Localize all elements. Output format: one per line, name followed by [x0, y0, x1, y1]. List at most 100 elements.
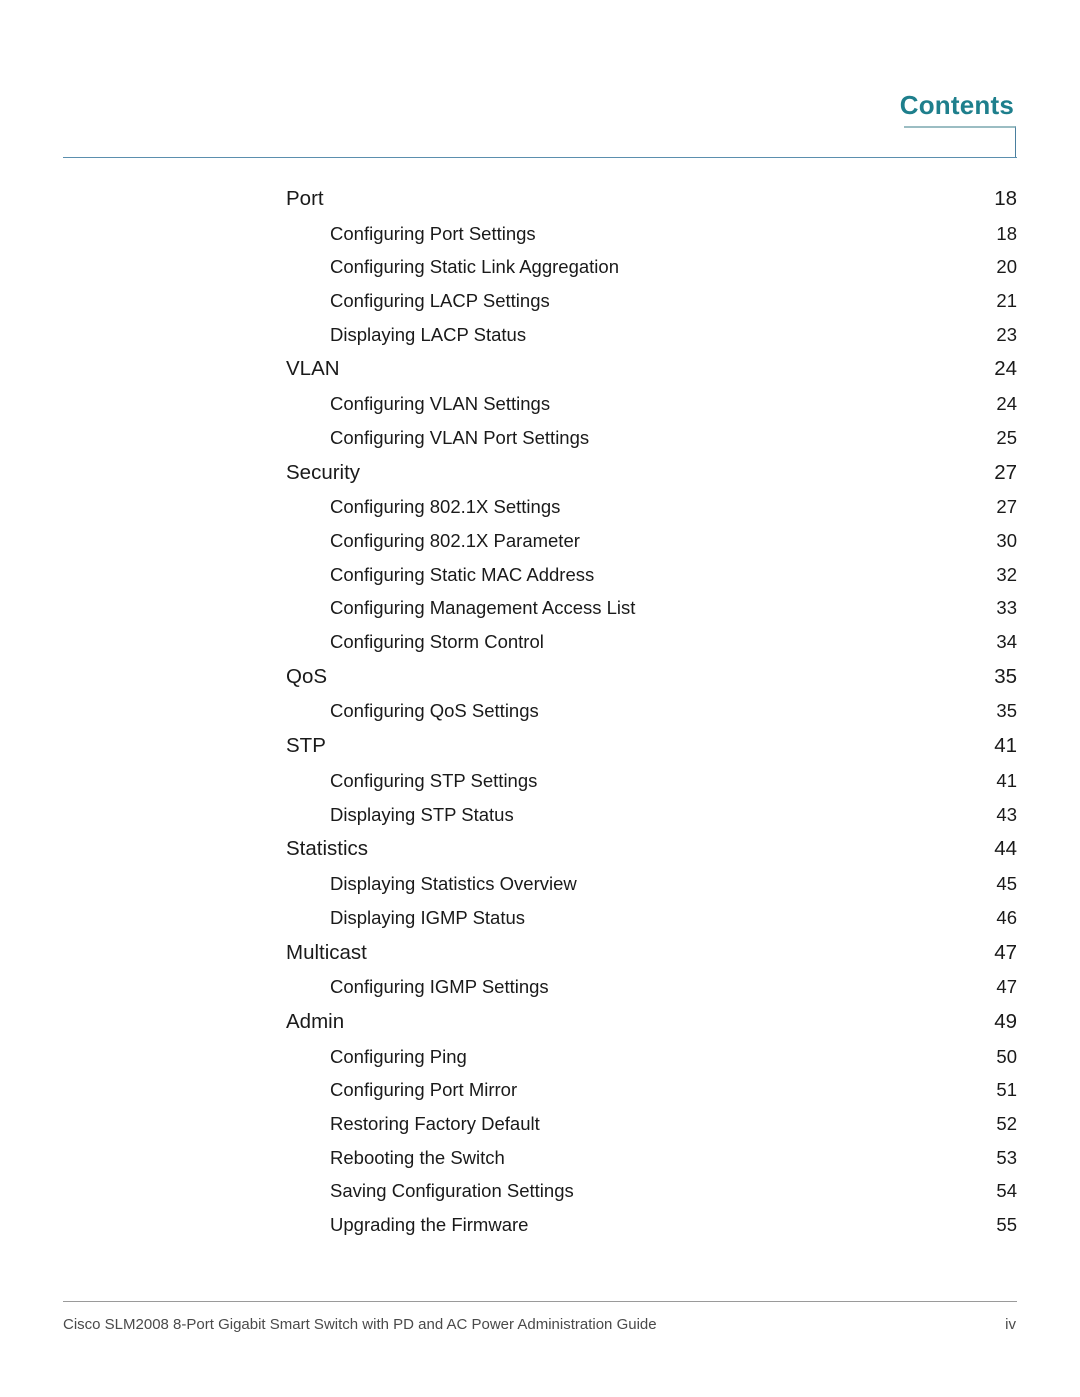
toc-subsection-entry[interactable]: Displaying IGMP Status 46 [286, 901, 1017, 935]
toc-subsection-entry[interactable]: Configuring Port Settings 18 [286, 217, 1017, 251]
toc-entry-label: Configuring VLAN Settings [330, 393, 551, 415]
toc-entry-label: Configuring Management Access List [330, 597, 636, 619]
toc-section-entry[interactable]: Port 18 [286, 181, 1017, 217]
toc-subsection-entry[interactable]: Configuring VLAN Settings 24 [286, 387, 1017, 421]
toc-subsection-entry[interactable]: Configuring QoS Settings 35 [286, 695, 1017, 729]
footer-divider [63, 1301, 1017, 1302]
toc-entry-page-number: 24 [996, 393, 1017, 415]
footer-document-title: Cisco SLM2008 8-Port Gigabit Smart Switc… [63, 1316, 657, 1333]
toc-entry-page-number: 33 [996, 597, 1017, 619]
toc-entry-label: QoS [286, 664, 328, 688]
toc-subsection-entry[interactable]: Configuring STP Settings 41 [286, 764, 1017, 798]
toc-section-entry[interactable]: STP 41 [286, 728, 1017, 764]
toc-entry-label: Upgrading the Firmware [330, 1213, 529, 1235]
footer-page-number: iv [1005, 1316, 1016, 1333]
toc-subsection-entry[interactable]: Displaying Statistics Overview 45 [286, 867, 1017, 901]
toc-section-entry[interactable]: Admin 49 [286, 1004, 1017, 1040]
toc-entry-page-number: 45 [996, 873, 1017, 895]
toc-entry-label: Configuring 802.1X Parameter [330, 529, 580, 551]
toc-entry-page-number: 27 [996, 496, 1017, 518]
toc-entry-label: Configuring Ping [330, 1045, 467, 1067]
toc-entry-page-number: 41 [994, 734, 1017, 758]
title-box-decoration [904, 126, 1016, 157]
toc-entry-label: Configuring Port Mirror [330, 1079, 518, 1101]
toc-entry-label: Displaying Statistics Overview [330, 873, 577, 895]
toc-entry-label: Configuring Static Link Aggregation [330, 256, 619, 278]
toc-entry-label: Displaying STP Status [330, 803, 514, 825]
toc-entry-label: Security [286, 460, 361, 484]
toc-entry-label: Configuring VLAN Port Settings [330, 426, 590, 448]
toc-entry-label: Admin [286, 1010, 345, 1034]
toc-subsection-entry[interactable]: Displaying STP Status 43 [286, 798, 1017, 832]
toc-entry-page-number: 46 [996, 906, 1017, 928]
page-title: Contents [899, 90, 1014, 120]
toc-subsection-entry[interactable]: Configuring Static Link Aggregation 20 [286, 251, 1017, 285]
toc-subsection-entry[interactable]: Rebooting the Switch 53 [286, 1141, 1017, 1175]
toc-section-entry[interactable]: Statistics 44 [286, 831, 1017, 867]
toc-subsection-entry[interactable]: Configuring Static MAC Address 32 [286, 558, 1017, 592]
toc-subsection-entry[interactable]: Configuring IGMP Settings 47 [286, 971, 1017, 1005]
toc-entry-page-number: 35 [994, 664, 1017, 688]
toc-entry-label: Configuring QoS Settings [330, 700, 539, 722]
toc-entry-page-number: 20 [996, 256, 1017, 278]
toc-entry-page-number: 47 [994, 940, 1017, 964]
toc-entry-label: Configuring Static MAC Address [330, 563, 595, 585]
toc-subsection-entry[interactable]: Configuring Port Mirror 51 [286, 1074, 1017, 1108]
toc-entry-page-number: 43 [996, 803, 1017, 825]
toc-entry-label: Port [286, 187, 324, 210]
toc-subsection-entry[interactable]: Saving Configuration Settings 54 [286, 1174, 1017, 1208]
toc-entry-page-number: 30 [996, 529, 1017, 551]
toc-entry-page-number: 50 [996, 1045, 1017, 1067]
toc-entry-label: Rebooting the Switch [330, 1146, 505, 1168]
toc-entry-page-number: 32 [996, 563, 1017, 585]
toc-section-entry[interactable]: QoS 35 [286, 659, 1017, 695]
table-of-contents: Port 18 Configuring Port Settings 18 Configu… [286, 181, 1017, 1242]
toc-subsection-entry[interactable]: Configuring Storm Control 34 [286, 625, 1017, 659]
toc-entry-page-number: 35 [996, 700, 1017, 722]
toc-entry-page-number: 54 [996, 1180, 1017, 1202]
toc-subsection-entry[interactable]: Restoring Factory Default 52 [286, 1107, 1017, 1141]
toc-subsection-entry[interactable]: Configuring LACP Settings 21 [286, 284, 1017, 318]
toc-subsection-entry[interactable]: Configuring 802.1X Parameter 30 [286, 524, 1017, 558]
toc-entry-page-number: 23 [996, 323, 1017, 345]
toc-entry-label: Displaying IGMP Status [330, 906, 526, 928]
toc-subsection-entry[interactable]: Configuring VLAN Port Settings 25 [286, 421, 1017, 455]
toc-entry-label: Configuring Port Settings [330, 222, 536, 244]
toc-entry-label: Configuring STP Settings [330, 769, 538, 791]
toc-subsection-entry[interactable]: Displaying LACP Status 23 [286, 318, 1017, 352]
toc-entry-page-number: 21 [996, 289, 1017, 311]
toc-entry-label: Displaying LACP Status [330, 323, 527, 345]
toc-entry-page-number: 44 [994, 837, 1017, 861]
toc-entry-page-number: 47 [996, 976, 1017, 998]
toc-subsection-entry[interactable]: Configuring Ping 50 [286, 1040, 1017, 1074]
toc-entry-page-number: 18 [996, 222, 1017, 244]
toc-entry-label: Configuring IGMP Settings [330, 976, 549, 998]
toc-entry-label: STP [286, 734, 326, 758]
toc-entry-page-number: 52 [996, 1113, 1017, 1135]
toc-entry-page-number: 25 [996, 426, 1017, 448]
toc-subsection-entry[interactable]: Upgrading the Firmware 55 [286, 1208, 1017, 1242]
toc-entry-label: Statistics [286, 837, 369, 861]
toc-section-entry[interactable]: Multicast 47 [286, 935, 1017, 971]
toc-entry-page-number: 18 [994, 187, 1017, 210]
toc-entry-page-number: 41 [996, 769, 1017, 791]
toc-entry-label: Multicast [286, 940, 367, 964]
toc-section-entry[interactable]: Security 27 [286, 455, 1017, 491]
toc-entry-label: Configuring 802.1X Settings [330, 496, 561, 518]
toc-entry-label: VLAN [286, 357, 340, 381]
toc-entry-label: Configuring Storm Control [330, 630, 544, 652]
toc-entry-label: Saving Configuration Settings [330, 1180, 574, 1202]
toc-entry-page-number: 27 [994, 460, 1017, 484]
header-divider [63, 157, 1017, 158]
toc-entry-page-number: 49 [994, 1010, 1017, 1034]
toc-section-entry[interactable]: VLAN 24 [286, 351, 1017, 387]
toc-subsection-entry[interactable]: Configuring Management Access List 33 [286, 591, 1017, 625]
toc-entry-label: Restoring Factory Default [330, 1113, 540, 1135]
toc-entry-page-number: 24 [994, 357, 1017, 381]
toc-entry-page-number: 53 [996, 1146, 1017, 1168]
toc-entry-label: Configuring LACP Settings [330, 289, 550, 311]
toc-entry-page-number: 34 [996, 630, 1017, 652]
toc-entry-page-number: 55 [996, 1213, 1017, 1235]
toc-entry-page-number: 51 [996, 1079, 1017, 1101]
toc-subsection-entry[interactable]: Configuring 802.1X Settings 27 [286, 491, 1017, 525]
